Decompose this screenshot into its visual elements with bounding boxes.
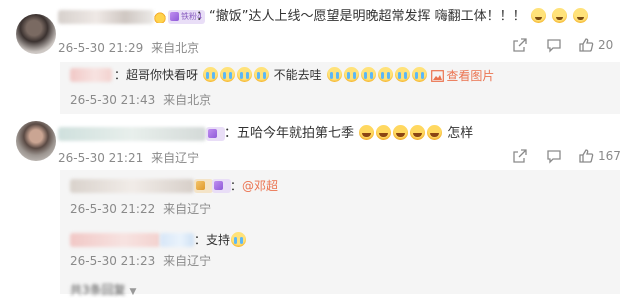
comment-icon — [547, 39, 561, 53]
reply-meta: 26-5-30 21:43 来自北京 — [70, 92, 211, 108]
location: 来自辽宁 — [163, 202, 212, 216]
reply-text: ：@邓超 — [230, 177, 278, 195]
reply-body: ：支持 — [194, 233, 231, 247]
reply-text: ：支持 — [194, 231, 247, 249]
comment-icon — [547, 150, 561, 164]
comment-button[interactable] — [546, 37, 562, 53]
more-replies-label: 共3条回复 — [70, 283, 126, 297]
comment-text: ：五哈今年就拍第七季 怎样 — [224, 125, 473, 143]
fan-badge — [194, 179, 213, 193]
share-icon — [513, 149, 527, 163]
share-button[interactable] — [512, 37, 528, 53]
comment-actions: 167 — [512, 148, 621, 164]
reaction-emoji — [410, 125, 426, 140]
more-replies-link[interactable]: 共3条回复 ▼ — [70, 281, 136, 298]
gem-icon — [196, 181, 205, 190]
timestamp: 26-5-30 21:43 — [70, 93, 156, 107]
comment-body: ：五哈今年就拍第七季 — [224, 126, 355, 141]
reaction-emoji — [427, 125, 443, 140]
reaction-emoji — [411, 67, 427, 82]
reaction-emoji — [573, 8, 589, 23]
location: 来自北京 — [163, 93, 212, 107]
location: 来自辽宁 — [163, 254, 212, 268]
location: 来自辽宁 — [151, 151, 200, 165]
reply-username[interactable] — [70, 179, 194, 193]
crown-icon — [154, 11, 166, 23]
reaction-emoji — [551, 8, 567, 23]
like-count: 167 — [598, 149, 621, 163]
share-icon — [513, 38, 527, 52]
timestamp: 26-5-30 21:22 — [70, 202, 156, 216]
reaction-emoji — [393, 125, 409, 140]
chevron-down-icon: ▼ — [129, 287, 137, 297]
reaction-emoji — [343, 67, 359, 82]
location: 来自北京 — [151, 41, 200, 55]
avatar[interactable] — [16, 14, 56, 54]
timestamp: 26-5-30 21:23 — [70, 254, 156, 268]
timestamp: 26-5-30 21:29 — [58, 41, 144, 55]
timestamp: 26-5-30 21:21 — [58, 151, 144, 165]
reaction-emoji — [219, 67, 235, 82]
username[interactable] — [58, 127, 206, 141]
view-image-link[interactable]: 查看图片 — [431, 67, 494, 85]
like-button[interactable]: 167 — [578, 148, 621, 164]
comment-body-2: 怎样 — [447, 126, 474, 141]
view-image-label: 查看图片 — [446, 68, 495, 83]
reply-body: ：超哥你快看呀 — [114, 68, 199, 82]
reaction-emoji — [394, 67, 410, 82]
comment-body: ：“撤饭”达人上线～愿望是明晚超常发挥 嗨翻工体！！！ — [196, 9, 526, 24]
like-button[interactable]: 20 — [578, 37, 613, 53]
share-button[interactable] — [512, 148, 528, 164]
gem-icon — [170, 12, 179, 21]
reaction-emoji — [253, 67, 269, 82]
reaction-emoji — [376, 125, 392, 140]
fan-badge — [212, 179, 231, 193]
reply-meta: 26-5-30 21:23 来自辽宁 — [70, 253, 211, 269]
reply-text: ：超哥你快看呀 不能去哇 查看图片 — [114, 66, 494, 85]
image-icon — [431, 69, 445, 82]
comment-button[interactable] — [546, 148, 562, 164]
reaction-emoji — [377, 67, 393, 82]
gem-icon — [208, 129, 217, 138]
mention-link[interactable]: @邓超 — [242, 179, 278, 193]
reply-colon: ： — [230, 179, 243, 193]
reaction-emoji — [202, 67, 218, 82]
reaction-emoji — [236, 67, 252, 82]
like-icon — [579, 149, 594, 163]
reaction-emoji — [359, 125, 375, 140]
reply-username[interactable] — [70, 233, 160, 247]
reply-username[interactable] — [70, 68, 112, 82]
reply-username-badge — [160, 233, 194, 247]
like-count: 20 — [598, 38, 614, 52]
comment-text: ：“撤饭”达人上线～愿望是明晚超常发挥 嗨翻工体！！！ — [196, 8, 589, 26]
comment-meta: 26-5-30 21:21 来自辽宁 — [58, 150, 199, 166]
reaction-emoji — [360, 67, 376, 82]
reaction-emoji — [231, 232, 247, 247]
reply-meta: 26-5-30 21:22 来自辽宁 — [70, 201, 211, 217]
gem-icon — [214, 181, 223, 190]
username[interactable] — [58, 10, 154, 24]
like-icon — [579, 38, 594, 52]
fan-badge — [206, 127, 225, 141]
reaction-emoji — [530, 8, 546, 23]
reply-body-2: 不能去哇 — [273, 68, 322, 82]
reaction-emoji — [326, 67, 342, 82]
comment-meta: 26-5-30 21:29 来自北京 — [58, 40, 199, 56]
avatar[interactable] — [16, 121, 56, 161]
comment-actions: 20 — [512, 37, 613, 53]
